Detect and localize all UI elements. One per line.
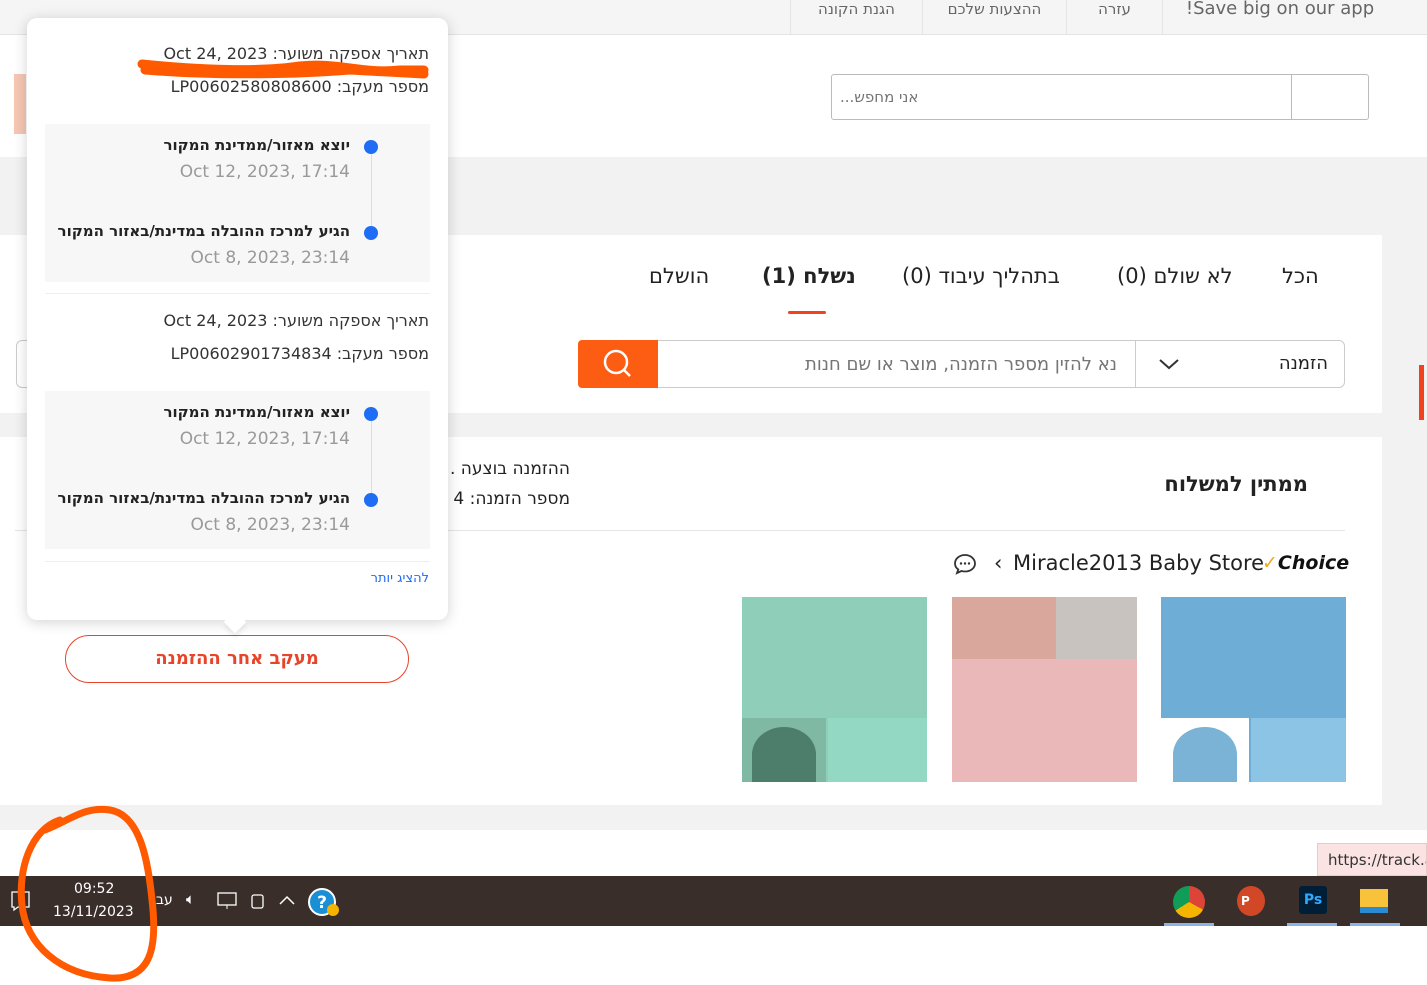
language-indicator[interactable]: עבר [148,892,173,908]
event-date: Oct 12, 2023, 17:14 [179,162,350,182]
tab-completed[interactable]: הושלם [649,264,709,288]
product-image[interactable] [1161,597,1346,782]
help-app-icon[interactable]: ? [308,888,340,918]
order-placed: ההזמנה בוצעה . [449,459,570,479]
meet-icon[interactable] [250,891,266,911]
search-type-select[interactable]: הזמנה [1135,340,1345,388]
powerpoint-icon[interactable]: P [1237,886,1265,916]
clock-date[interactable]: 13/11/2023 [53,904,134,920]
tab-processing[interactable]: בתהליך עיבוד (0) [902,264,1060,288]
chat-icon[interactable] [953,553,977,575]
estimated-delivery: תאריך אספקה משוער: Oct 24, 2023 [163,311,429,330]
logo-fragment [14,74,26,134]
chrome-icon[interactable] [1173,886,1205,918]
event-title: יוצא מאזור/ממדינת המקור [163,403,350,421]
volume-icon[interactable]: 🔈︎ [186,890,195,908]
product-image[interactable] [742,597,927,782]
tracking-number: מספר מעקב: LP00602580808600 [170,77,429,96]
estimated-delivery: תאריך אספקה משוער: Oct 24, 2023 [163,44,429,63]
tracking-events: יוצא מאזור/ממדינת המקור Oct 12, 2023, 17… [45,391,430,549]
order-status: ממתין למשלוח [1164,472,1308,496]
search-type-value: הזמנה [1278,353,1328,374]
svg-text:?: ? [317,893,327,913]
side-tab[interactable] [1419,365,1424,420]
chevron-left-icon: ‹ [994,551,1003,575]
event-dot [364,226,378,240]
product-image[interactable] [952,597,1137,782]
network-icon[interactable] [217,892,237,910]
photoshop-icon[interactable]: Ps [1299,886,1327,914]
event-date: Oct 8, 2023, 23:14 [190,248,350,268]
active-tab-indicator [788,311,826,314]
buyer-protection-link[interactable]: הגנת הקונה [790,0,922,35]
event-dot [364,407,378,421]
event-dot [364,140,378,154]
tab-shipped[interactable]: נשלח (1) [762,264,856,288]
order-search-button[interactable] [578,340,658,388]
chevron-up-icon[interactable] [278,894,296,906]
clock-time[interactable]: 09:52 [74,881,114,897]
chevron-down-icon [1159,359,1179,370]
taskbar [0,876,1427,926]
store-name-link[interactable]: Miracle2013 Baby Store [1013,551,1264,575]
deals-link[interactable]: ההצעות שלכם [922,0,1066,35]
search-icon [603,349,631,377]
event-title: יוצא מאזור/ממדינת המקור [163,136,350,154]
order-search-input[interactable] [658,340,1136,388]
tab-all[interactable]: הכל [1282,264,1319,288]
header-search [831,74,1369,120]
event-dot [364,493,378,507]
tracking-number: מספר מעקב: LP00602901734834 [170,344,429,363]
show-more-link[interactable]: להציג יותר [371,571,429,586]
tracking-events: יוצא מאזור/ממדינת המקור Oct 12, 2023, 17… [45,124,430,282]
event-date: Oct 8, 2023, 23:14 [190,515,350,535]
order-number: מספר הזמנה: 4 [453,489,570,509]
file-explorer-icon[interactable] [1360,889,1388,913]
event-date: Oct 12, 2023, 17:14 [179,429,350,449]
url-tooltip: https://track.a [1317,843,1427,876]
recommendations-panel [0,830,1382,876]
event-title: הגיע למרכז ההובלה במדינת/באזור המקור [57,489,350,507]
notification-icon[interactable] [10,890,32,912]
tracking-popup: תאריך אספקה משוער: Oct 24, 2023 מספר מעק… [27,18,448,634]
choice-badge: ✓Choice [1262,552,1350,574]
header-search-input[interactable] [832,75,1292,119]
app-promo-link[interactable]: Save big on our app! [1162,0,1397,35]
help-link[interactable]: עזרה [1066,0,1162,35]
tab-unpaid[interactable]: לא שולם (0) [1117,264,1233,288]
event-title: הגיע למרכז ההובלה במדינת/באזור המקור [57,222,350,240]
track-order-button[interactable]: מעקב אחר ההזמנה [65,635,409,683]
